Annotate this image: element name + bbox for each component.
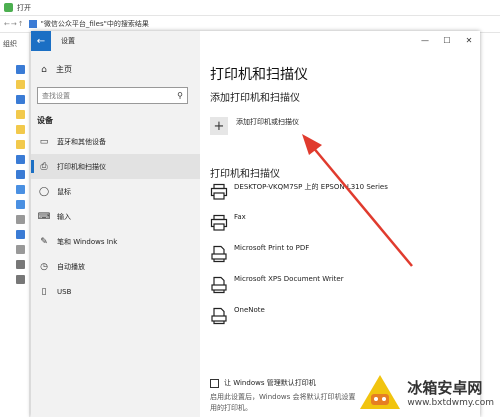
settings-sidebar: ← 设置 ⌂ 主页 查找设置 ⚲ 设备 ▭ 蓝牙和其他设备 ⎙ 打印机和扫描仪 <box>31 31 200 417</box>
description-line: 用的打印机。 <box>210 404 252 412</box>
folder-icon <box>16 95 25 104</box>
maximize-button[interactable]: ☐ <box>436 31 458 49</box>
printer-name: Fax <box>234 213 246 221</box>
home-icon: ⌂ <box>41 64 47 75</box>
plus-icon[interactable]: + <box>210 117 228 135</box>
printer-item[interactable]: Fax <box>210 212 475 243</box>
watermark: 冰箱安卓网 www.bxtdwmy.com <box>357 372 494 412</box>
home-label: 主页 <box>56 65 72 74</box>
add-section-title: 添加打印机和扫描仪 <box>210 93 300 104</box>
pc-icon <box>16 170 25 179</box>
document-printer-icon <box>211 276 227 294</box>
nav-item-label: 打印机和扫描仪 <box>57 162 106 171</box>
close-button[interactable]: ✕ <box>458 31 480 49</box>
watermark-logo-icon <box>360 375 401 409</box>
window-controls: — ☐ ✕ <box>414 31 480 49</box>
page-title: 打印机和扫描仪 <box>210 67 308 83</box>
autoplay-icon: ◷ <box>40 261 48 272</box>
nav-item-bluetooth[interactable]: ▭ 蓝牙和其他设备 <box>31 129 200 154</box>
keyboard-icon: ⌨ <box>37 211 51 222</box>
folder-icon <box>16 65 25 74</box>
default-printer-checkbox[interactable] <box>210 378 219 388</box>
nav-item-autoplay[interactable]: ◷ 自动播放 <box>31 254 200 279</box>
description-line: 启用此设置后，Windows 会将默认打印机设置 <box>210 393 356 401</box>
printers-section-title: 打印机和扫描仪 <box>210 169 280 180</box>
folder-icon <box>16 230 25 239</box>
nav-item-label: 输入 <box>57 212 71 221</box>
background-nav-pane: 组织 <box>0 33 30 417</box>
document-printer-icon <box>211 307 227 325</box>
nav-item-typing[interactable]: ⌨ 输入 <box>31 204 200 229</box>
pen-icon: ✎ <box>40 236 48 247</box>
add-printer-button[interactable]: + 添加打印机或扫描仪 <box>210 117 299 135</box>
settings-window: ← 设置 ⌂ 主页 查找设置 ⚲ 设备 ▭ 蓝牙和其他设备 ⎙ 打印机和扫描仪 <box>31 31 480 417</box>
settings-title: 设置 <box>61 37 75 45</box>
folder-icon <box>16 110 25 119</box>
settings-search-input[interactable]: 查找设置 ⚲ <box>37 87 188 104</box>
section-header: 设备 <box>37 116 53 125</box>
search-placeholder: 查找设置 <box>42 91 70 100</box>
settings-titlebar: ← 设置 <box>31 31 200 51</box>
printer-item[interactable]: DESKTOP-VKQM7SP 上的 EPSON L310 Series <box>210 181 475 212</box>
nav-item-printers[interactable]: ⎙ 打印机和扫描仪 <box>31 154 200 179</box>
address-text: "微信公众平台_files"中的搜索结果 <box>40 20 149 28</box>
background-folder-icons <box>16 65 26 290</box>
bluetooth-devices-icon: ▭ <box>39 136 49 147</box>
nav-item-mouse[interactable]: ◯ 鼠标 <box>31 179 200 204</box>
printer-item[interactable]: Microsoft Print to PDF <box>210 243 475 274</box>
nav-arrows-icon[interactable]: ←→↑ <box>4 20 25 28</box>
printer-name: Microsoft XPS Document Writer <box>234 275 344 283</box>
watermark-text: 冰箱安卓网 www.bxtdwmy.com <box>407 377 494 408</box>
folder-icon <box>16 215 25 224</box>
printer-name: OneNote <box>234 306 265 314</box>
printer-list: DESKTOP-VKQM7SP 上的 EPSON L310 Series Fax <box>210 181 475 336</box>
default-printer-description: 启用此设置后，Windows 会将默认打印机设置 用的打印机。 <box>210 392 355 414</box>
drive-icon <box>16 245 25 254</box>
printer-icon <box>210 183 228 200</box>
printer-item[interactable]: Microsoft XPS Document Writer <box>210 274 475 305</box>
drive-icon <box>16 260 25 269</box>
back-arrow-icon: ← <box>36 35 46 47</box>
printer-name: Microsoft Print to PDF <box>234 244 310 252</box>
folder-icon <box>16 185 25 194</box>
printer-name: DESKTOP-VKQM7SP 上的 EPSON L310 Series <box>234 183 388 191</box>
settings-main: — ☐ ✕ 打印机和扫描仪 添加打印机和扫描仪 + 添加打印机或扫描仪 打印机和… <box>200 31 480 417</box>
background-window-title: 打开 <box>17 3 31 12</box>
folder-icon <box>16 200 25 209</box>
settings-nav-list: ▭ 蓝牙和其他设备 ⎙ 打印机和扫描仪 ◯ 鼠标 ⌨ 输入 ✎ 笔和 Windo… <box>31 129 200 304</box>
drive-icon <box>16 275 25 284</box>
folder-icon <box>28 20 37 28</box>
search-icon[interactable]: ⚲ <box>177 91 183 100</box>
cloud-icon <box>16 155 25 164</box>
home-link[interactable]: ⌂ 主页 <box>37 64 72 75</box>
printer-icon: ⎙ <box>40 161 48 172</box>
back-button[interactable]: ← <box>31 31 51 51</box>
printer-item[interactable]: OneNote <box>210 305 475 336</box>
folder-icon <box>16 125 25 134</box>
nav-item-label: 自动播放 <box>57 262 85 271</box>
nav-item-label: 鼠标 <box>57 187 71 196</box>
nav-item-pen[interactable]: ✎ 笔和 Windows Ink <box>31 229 200 254</box>
default-printer-checkbox-row[interactable]: 让 Windows 管理默认打印机 <box>210 378 316 388</box>
watermark-url: www.bxtdwmy.com <box>407 397 494 408</box>
printer-icon <box>210 214 228 231</box>
nav-item-label: 蓝牙和其他设备 <box>57 137 106 146</box>
default-printer-label: 让 Windows 管理默认打印机 <box>224 379 316 387</box>
document-printer-icon <box>211 245 227 263</box>
nav-item-usb[interactable]: ▯ USB <box>31 279 200 304</box>
nav-item-label: 笔和 Windows Ink <box>57 237 118 246</box>
folder-icon <box>16 80 25 89</box>
folder-icon <box>16 140 25 149</box>
organize-label[interactable]: 组织 <box>3 39 17 49</box>
usb-icon: ▯ <box>41 286 47 297</box>
watermark-title: 冰箱安卓网 <box>407 378 483 397</box>
add-printer-label: 添加打印机或扫描仪 <box>236 118 299 126</box>
background-window-titlebar: 打开 <box>0 0 500 16</box>
nav-item-label: USB <box>57 287 72 296</box>
screen: 打开 ←→↑ "微信公众平台_files"中的搜索结果 组织 ← 设置 ⌂ 主页… <box>0 0 500 417</box>
mouse-icon: ◯ <box>38 186 50 197</box>
minimize-button[interactable]: — <box>414 31 436 49</box>
app-icon <box>4 3 13 12</box>
